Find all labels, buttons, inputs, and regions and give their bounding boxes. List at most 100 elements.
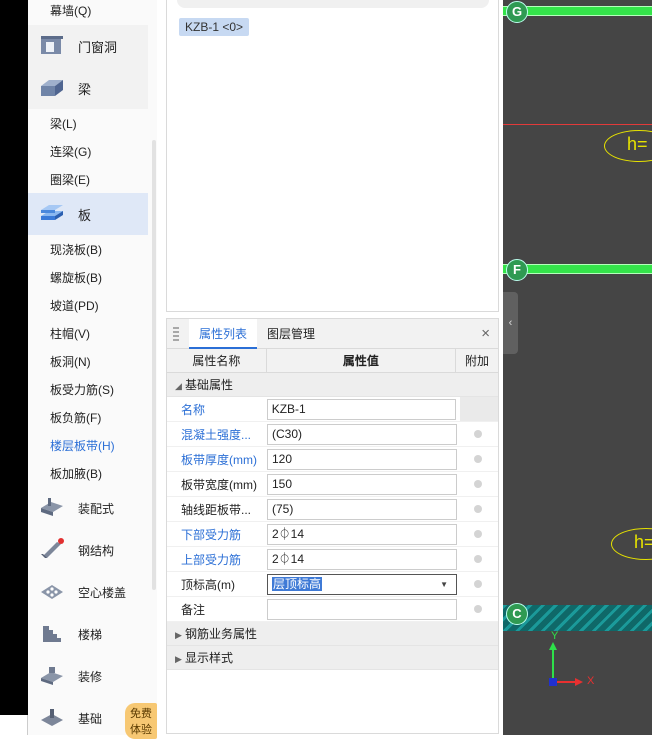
property-tabs: 属性列表 图层管理 × <box>167 319 498 349</box>
extra-checkbox[interactable] <box>474 455 482 463</box>
status-corner <box>0 715 28 735</box>
sidebar-scrollbar[interactable] <box>152 140 156 590</box>
slab-icon <box>38 200 66 228</box>
group-basic-properties[interactable]: ◢ 基础属性 <box>167 373 498 397</box>
axis-label-c[interactable]: C <box>506 603 528 625</box>
sidebar-cat-label: 门窗洞 <box>78 39 118 55</box>
hollow-floor-icon <box>38 578 66 606</box>
property-name: 板带宽度(mm) <box>181 477 257 492</box>
table-row: 名称 KZB-1 <box>167 397 498 422</box>
property-name: 备注 <box>181 602 206 617</box>
sidebar-item-slab-haunch[interactable]: 板加腋(B) <box>50 464 102 484</box>
property-name: 名称 <box>181 402 206 417</box>
property-value-field[interactable]: 2⏀14 <box>267 523 457 545</box>
top-elevation-select[interactable]: 层顶标高 ▼ <box>267 573 457 595</box>
property-value-field[interactable] <box>267 598 457 620</box>
chevron-down-icon: ◢ <box>175 381 182 391</box>
table-row: 板带宽度(mm) 150 <box>167 472 498 497</box>
sidebar-cat-label: 装修 <box>78 669 103 684</box>
component-tag[interactable]: KZB-1 <0> <box>179 18 250 36</box>
sidebar-cat-label: 钢结构 <box>78 543 115 558</box>
sidebar-item-beam-l[interactable]: 梁(L) <box>50 114 77 134</box>
sidebar-cat-hollow-floor[interactable]: 空心楼盖 <box>28 572 148 612</box>
sidebar-item-coupling-beam[interactable]: 连梁(G) <box>50 142 91 162</box>
group-rebar-properties[interactable]: ▶ 钢筋业务属性 <box>167 622 498 646</box>
chevron-right-icon: ▶ <box>175 630 182 640</box>
group-label: 钢筋业务属性 <box>185 627 258 641</box>
extra-checkbox[interactable] <box>474 580 482 588</box>
sidebar-cat-label: 空心楼盖 <box>78 585 127 600</box>
table-row: 上部受力筋 2⏀14 <box>167 547 498 572</box>
sidebar-cat-steel[interactable]: 钢结构 <box>28 530 148 570</box>
sidebar-item-ramp[interactable]: 坡道(PD) <box>50 296 99 316</box>
chevron-right-icon: ▶ <box>175 654 182 664</box>
property-panel: 属性列表 图层管理 × 属性名称 属性值 附加 ◢ 基础属性 名称 KZB-1 混… <box>166 318 499 734</box>
table-row: 下部受力筋 2⏀14 <box>167 522 498 547</box>
tab-layer-management[interactable]: 图层管理 <box>257 319 325 349</box>
sidebar-item-spiral-slab[interactable]: 螺旋板(B) <box>50 268 102 288</box>
component-sidebar: 幕墙(Q) 门窗洞 梁 梁(L) 连梁(G) 圈梁(E) 板 现浇板(B) 螺旋… <box>28 0 157 739</box>
property-value-field[interactable]: 2⏀14 <box>267 548 457 570</box>
sidebar-item-negative-rebar[interactable]: 板负筋(F) <box>50 408 101 428</box>
sidebar-cat-prefab[interactable]: 装配式 <box>28 488 148 528</box>
sidebar-cat-label: 楼梯 <box>78 627 103 642</box>
dropdown-arrow-icon[interactable]: ▼ <box>440 575 448 594</box>
prefab-icon <box>38 494 66 522</box>
group-display-style[interactable]: ▶ 显示样式 <box>167 646 498 670</box>
drag-handle-icon[interactable] <box>173 327 179 341</box>
header-extra: 附加 <box>465 354 490 368</box>
extra-checkbox[interactable] <box>474 555 482 563</box>
property-value-field[interactable]: (75) <box>267 498 457 520</box>
extra-checkbox[interactable] <box>474 530 482 538</box>
tab-property-list[interactable]: 属性列表 <box>189 319 258 349</box>
sidebar-cat-door-window[interactable]: 门窗洞 <box>28 25 148 67</box>
sidebar-cat-slab[interactable]: 板 <box>28 193 148 235</box>
sidebar-item-ring-beam[interactable]: 圈梁(E) <box>50 170 90 190</box>
extra-checkbox[interactable] <box>474 430 482 438</box>
table-row: 板带厚度(mm) 120 <box>167 447 498 472</box>
property-name: 混凝土强度... <box>181 427 252 442</box>
axis-label-f[interactable]: F <box>506 259 528 281</box>
sidebar-item-curtain-wall[interactable]: 幕墙(Q) <box>50 2 91 19</box>
close-icon[interactable]: × <box>481 325 490 342</box>
property-name: 上部受力筋 <box>181 552 242 567</box>
height-annotation: h= <box>604 130 652 162</box>
sidebar-cat-label: 梁 <box>78 81 92 97</box>
property-value-field[interactable]: 120 <box>267 448 457 470</box>
extra-checkbox[interactable] <box>474 480 482 488</box>
sidebar-cat-label: 装配式 <box>78 501 115 516</box>
group-label: 基础属性 <box>185 378 234 392</box>
drawing-canvas[interactable]: G h= F h= C X Y <box>503 0 652 735</box>
free-trial-badge[interactable]: 免费体验 <box>125 703 157 739</box>
component-list-panel: KZB-1 <0> <box>166 0 499 312</box>
sidebar-item-cast-slab[interactable]: 现浇板(B) <box>50 240 102 260</box>
sidebar-item-slab-rebar[interactable]: 板受力筋(S) <box>50 380 114 400</box>
axis-x-label: X <box>587 675 595 687</box>
axis-label-g[interactable]: G <box>506 1 528 23</box>
table-row: 顶标高(m) 层顶标高 ▼ <box>167 572 498 597</box>
height-annotation: h= <box>611 528 652 560</box>
stairs-icon <box>38 620 66 648</box>
sidebar-cat-label: 基础 <box>78 711 103 726</box>
sidebar-cat-stairs[interactable]: 楼梯 <box>28 614 148 654</box>
sidebar-cat-decoration[interactable]: 装修 <box>28 656 148 696</box>
selected-value: 层顶标高 <box>272 576 323 591</box>
collapse-panel-button[interactable]: ‹ <box>503 292 518 354</box>
property-value-field[interactable]: (C30) <box>267 423 457 445</box>
sidebar-cat-beam[interactable]: 梁 <box>28 67 148 109</box>
property-name: 轴线距板带... <box>181 502 252 517</box>
sidebar-item-floor-strip[interactable]: 楼层板带(H) <box>50 436 115 456</box>
extra-checkbox[interactable] <box>474 605 482 613</box>
property-name: 顶标高(m) <box>181 577 235 592</box>
sidebar-item-slab-hole[interactable]: 板洞(N) <box>50 352 91 372</box>
table-header: 属性名称 属性值 附加 <box>167 349 498 373</box>
door-window-icon <box>38 32 66 60</box>
extra-checkbox[interactable] <box>474 505 482 513</box>
property-value-field[interactable]: 150 <box>267 473 457 495</box>
table-row: 备注 <box>167 597 498 622</box>
sidebar-item-column-cap[interactable]: 柱帽(V) <box>50 324 90 344</box>
header-property-name: 属性名称 <box>167 349 267 372</box>
beam-icon <box>38 74 66 102</box>
left-black-strip <box>0 0 28 735</box>
property-value-field[interactable]: KZB-1 <box>266 398 457 420</box>
